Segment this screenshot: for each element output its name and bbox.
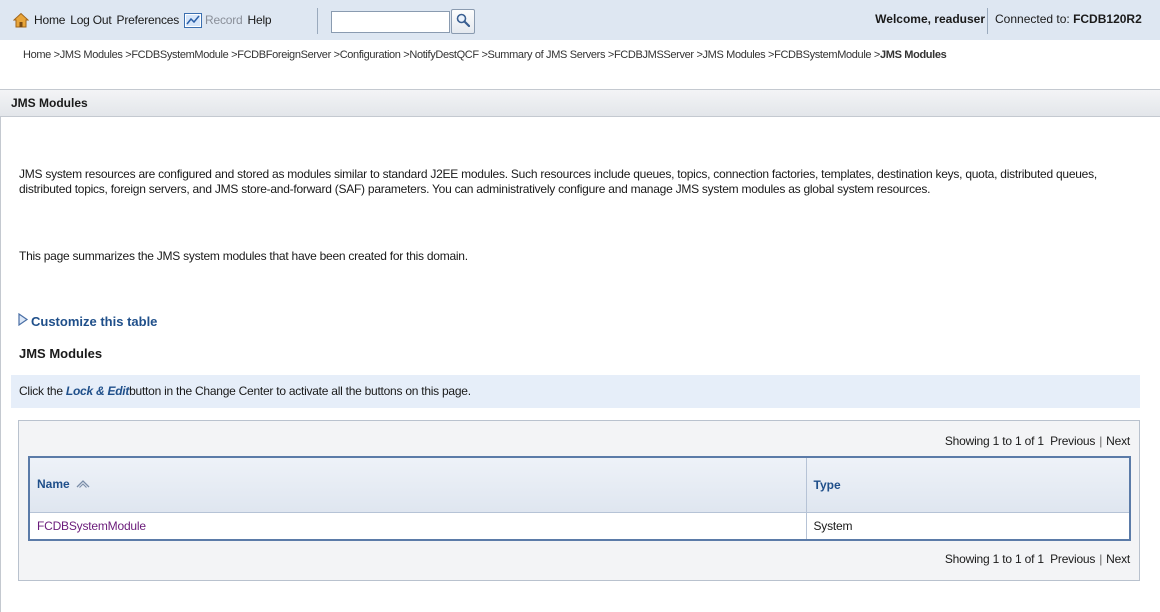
record-icon bbox=[184, 12, 203, 28]
pager-bottom: Showing 1 to 1 of 1 Previous | Next bbox=[945, 552, 1130, 566]
cell-name: FCDBSystemModule bbox=[28, 511, 807, 541]
breadcrumb-separator: > bbox=[330, 49, 340, 61]
page-summary: This page summarizes the JMS system modu… bbox=[19, 249, 468, 263]
table-row: FCDBSystemModule System bbox=[28, 511, 1131, 541]
top-toolbar: Home Log Out Preferences Record Help Wel… bbox=[0, 0, 1160, 40]
global-nav: Home Log Out Preferences Record Help bbox=[12, 12, 276, 28]
breadcrumb-separator: > bbox=[871, 49, 880, 61]
home-link[interactable]: Home bbox=[34, 13, 65, 27]
help-link[interactable]: Help bbox=[248, 13, 272, 27]
connected-domain: FCDB120R2 bbox=[1073, 12, 1142, 26]
breadcrumb-separator: > bbox=[693, 49, 703, 61]
logout-link[interactable]: Log Out bbox=[70, 13, 112, 27]
breadcrumb-separator: > bbox=[50, 49, 60, 61]
table-container: Showing 1 to 1 of 1 Previous | Next Name T… bbox=[18, 420, 1140, 581]
breadcrumb-item[interactable]: FCDBJMSServer bbox=[614, 49, 694, 61]
column-header-type[interactable]: Type bbox=[805, 456, 1131, 513]
column-header-name-label: Name bbox=[37, 477, 70, 492]
table-title: JMS Modules bbox=[19, 346, 103, 361]
breadcrumb-separator: > bbox=[122, 49, 132, 61]
pager-showing: Showing 1 to 1 of 1 bbox=[944, 552, 1044, 566]
record-link: Record bbox=[205, 13, 243, 27]
column-header-name[interactable]: Name bbox=[28, 456, 807, 513]
sort-ascending-icon[interactable] bbox=[76, 478, 90, 492]
panel-border bbox=[0, 117, 1, 612]
hint-prefix: Click the bbox=[19, 384, 63, 398]
connected-label: Connected to: bbox=[995, 12, 1070, 26]
lock-edit-hint: Click the Lock & Editbutton in the Chang… bbox=[11, 375, 1140, 408]
breadcrumb-separator: > bbox=[478, 49, 488, 61]
page-header: JMS Modules bbox=[0, 89, 1160, 117]
search-icon bbox=[456, 13, 471, 30]
breadcrumb-item[interactable]: FCDBForeignServer bbox=[237, 49, 331, 61]
pager-separator: | bbox=[1099, 552, 1103, 566]
customize-table-toggle[interactable]: Customize this table bbox=[17, 312, 157, 329]
pager-top: Showing 1 to 1 of 1 Previous | Next bbox=[945, 434, 1130, 448]
breadcrumb-item[interactable]: JMS Modules bbox=[703, 49, 766, 61]
toolbar-divider bbox=[317, 8, 318, 34]
hint-text: Click the Lock & Editbutton in the Chang… bbox=[19, 384, 471, 398]
page-description: JMS system resources are configured and … bbox=[19, 167, 1097, 196]
breadcrumb-separator: > bbox=[765, 49, 775, 61]
breadcrumb-item[interactable]: Summary of JMS Servers bbox=[488, 49, 606, 61]
breadcrumb-item[interactable]: JMS Modules bbox=[60, 49, 123, 61]
page-title: JMS Modules bbox=[11, 96, 88, 110]
breadcrumb-separator: > bbox=[605, 49, 614, 61]
pager-separator: | bbox=[1099, 434, 1103, 448]
pager-showing: Showing 1 to 1 of 1 bbox=[944, 434, 1044, 448]
pager-next-link[interactable]: Next bbox=[1106, 552, 1130, 566]
cell-type: System bbox=[805, 511, 1131, 541]
breadcrumb-item[interactable]: FCDBSystemModule bbox=[131, 49, 228, 61]
search-input[interactable] bbox=[331, 11, 450, 33]
breadcrumb-item[interactable]: NotifyDestQCF bbox=[409, 49, 479, 61]
customize-table-link[interactable]: Customize this table bbox=[31, 314, 157, 329]
expand-triangle-icon bbox=[17, 312, 29, 329]
breadcrumb-item[interactable]: Configuration bbox=[340, 49, 401, 61]
jms-modules-table: Name Type FCDBSystemModule System bbox=[28, 456, 1131, 541]
breadcrumb: Home >JMS Modules >FCDBSystemModule >FCD… bbox=[23, 49, 947, 61]
table-header-row: Name Type bbox=[28, 456, 1131, 513]
lock-edit-label: Lock & Edit bbox=[65, 384, 130, 398]
welcome-message: Welcome, readuser bbox=[875, 12, 985, 26]
home-icon[interactable] bbox=[12, 12, 30, 28]
breadcrumb-current: JMS Modules bbox=[879, 49, 947, 61]
pager-previous-link[interactable]: Previous bbox=[1050, 552, 1095, 566]
breadcrumb-separator: > bbox=[228, 49, 238, 61]
search-button[interactable] bbox=[451, 9, 475, 34]
module-link[interactable]: FCDBSystemModule bbox=[37, 519, 146, 533]
toolbar-divider bbox=[987, 8, 988, 34]
hint-suffix: button in the Change Center to activate … bbox=[129, 384, 471, 398]
preferences-link[interactable]: Preferences bbox=[117, 13, 180, 27]
breadcrumb-item[interactable]: FCDBSystemModule bbox=[774, 49, 871, 61]
pager-previous-link[interactable]: Previous bbox=[1050, 434, 1095, 448]
breadcrumb-item[interactable]: Home bbox=[23, 49, 51, 61]
pager-next-link[interactable]: Next bbox=[1106, 434, 1130, 448]
connection-status: Connected to: FCDB120R2 bbox=[995, 12, 1142, 26]
